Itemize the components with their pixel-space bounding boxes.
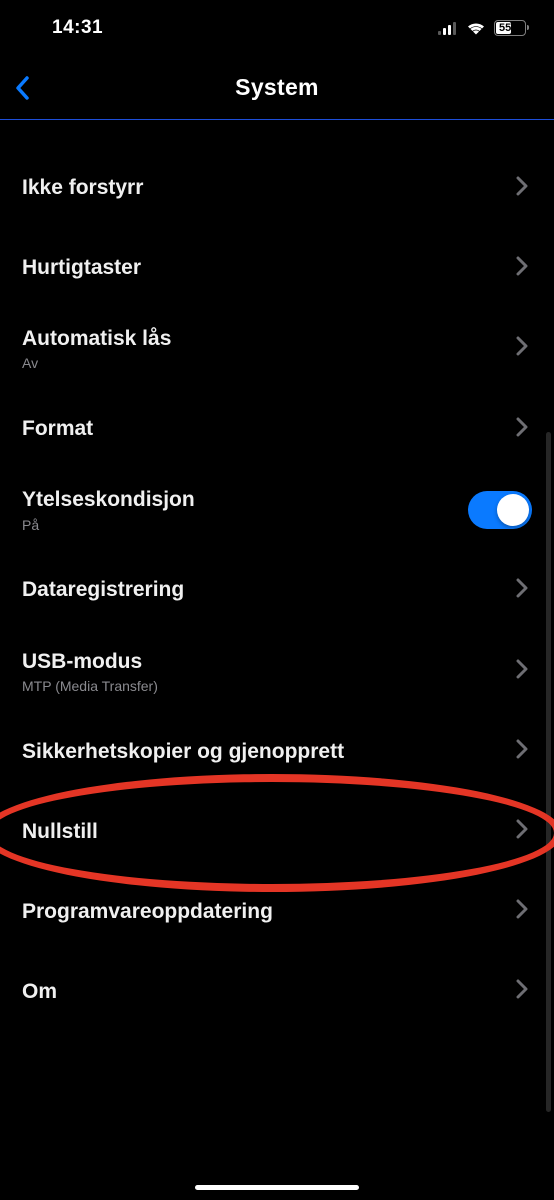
- list-item-auto-lock[interactable]: Automatisk lås Av: [0, 308, 554, 389]
- list-item-do-not-disturb[interactable]: Ikke forstyrr: [0, 148, 554, 228]
- item-label: Om: [22, 979, 57, 1005]
- list-item-format[interactable]: Format: [0, 389, 554, 469]
- chevron-right-icon: [516, 417, 528, 442]
- page-title: System: [235, 74, 319, 101]
- list-item-about[interactable]: Om: [0, 952, 554, 1032]
- item-label: Ytelseskondisjon: [22, 487, 195, 513]
- list-item-shortcuts[interactable]: Hurtigtaster: [0, 228, 554, 308]
- settings-list: Ikke forstyrr Hurtigtaster Automatisk lå…: [0, 120, 554, 1032]
- status-time: 14:31: [52, 17, 103, 39]
- page-header: System: [0, 56, 554, 120]
- status-bar: 14:31 55: [0, 0, 554, 56]
- list-item-backup-restore[interactable]: Sikkerhetskopier og gjenopprett: [0, 712, 554, 792]
- list-item-usb-mode[interactable]: USB-modus MTP (Media Transfer): [0, 631, 554, 712]
- chevron-right-icon: [516, 336, 528, 361]
- item-label: Programvareoppdatering: [22, 899, 273, 925]
- chevron-right-icon: [516, 578, 528, 603]
- battery-percent: 55: [499, 22, 511, 34]
- item-label: Ikke forstyrr: [22, 175, 143, 201]
- chevron-right-icon: [516, 979, 528, 1004]
- item-label: USB-modus: [22, 649, 158, 675]
- item-label: Automatisk lås: [22, 326, 171, 352]
- status-right: 55: [438, 20, 526, 36]
- chevron-right-icon: [516, 739, 528, 764]
- cellular-signal-icon: [438, 22, 458, 35]
- chevron-right-icon: [516, 899, 528, 924]
- item-sublabel: Av: [22, 355, 171, 371]
- item-label: Hurtigtaster: [22, 255, 141, 281]
- bottom-bar: [0, 1156, 554, 1200]
- wifi-icon: [466, 21, 486, 35]
- list-item-reset[interactable]: Nullstill: [0, 792, 554, 872]
- item-label: Format: [22, 416, 93, 442]
- chevron-right-icon: [516, 819, 528, 844]
- item-sublabel: På: [22, 517, 195, 533]
- chevron-right-icon: [516, 176, 528, 201]
- back-button[interactable]: [14, 75, 30, 101]
- item-sublabel: MTP (Media Transfer): [22, 678, 158, 694]
- list-item-performance-condition[interactable]: Ytelseskondisjon På: [0, 469, 554, 550]
- chevron-right-icon: [516, 659, 528, 684]
- item-label: Sikkerhetskopier og gjenopprett: [22, 739, 344, 765]
- item-label: Nullstill: [22, 819, 98, 845]
- home-indicator[interactable]: [195, 1185, 359, 1190]
- item-label: Dataregistrering: [22, 577, 184, 603]
- battery-icon: 55: [494, 20, 526, 36]
- scrollbar[interactable]: [546, 432, 551, 1112]
- chevron-right-icon: [516, 256, 528, 281]
- list-item-software-update[interactable]: Programvareoppdatering: [0, 872, 554, 952]
- performance-toggle[interactable]: [468, 491, 532, 529]
- list-item-data-logging[interactable]: Dataregistrering: [0, 551, 554, 631]
